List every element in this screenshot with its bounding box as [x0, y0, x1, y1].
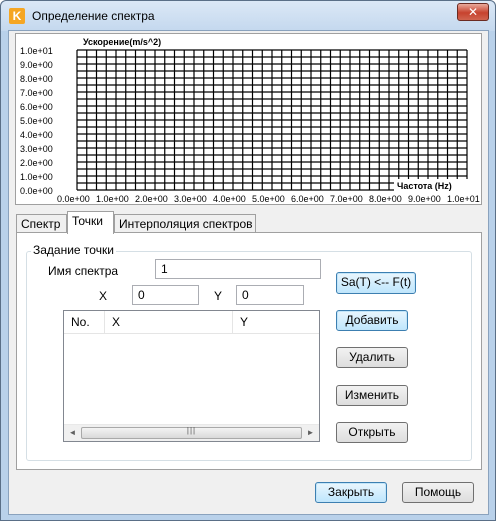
close-button[interactable]: Закрыть [315, 482, 387, 503]
group-label: Задание точки [31, 243, 116, 257]
edit-button[interactable]: Изменить [336, 385, 408, 406]
window-title: Определение спектра [32, 9, 155, 23]
y-tick-label: 9.0e+00 [20, 60, 53, 70]
spectrum-chart: 0.0e+00 1.0e+00 2.0e+00 3.0e+00 4.0e+00 5.0e+… [15, 33, 482, 205]
title-bar[interactable]: K Определение спектра ✕ [1, 1, 495, 31]
scroll-grip-icon: ||| [186, 426, 197, 435]
y-tick-label: 5.0e+00 [20, 116, 53, 126]
tab-interpolation[interactable]: Интерполяция спектров [114, 214, 256, 233]
x-tick-label: 6.0e+00 [291, 194, 324, 204]
x-tick-label: 9.0e+00 [408, 194, 441, 204]
y-tick-label: 4.0e+00 [20, 130, 53, 140]
x-tick-label: 4.0e+00 [213, 194, 246, 204]
y-axis-label: Ускорение(m/s^2) [83, 37, 161, 47]
scroll-right-icon[interactable]: ► [302, 425, 319, 441]
column-header-no[interactable]: No. [64, 311, 105, 334]
spectrum-name-label: Имя спектра [48, 264, 119, 278]
x-tick-label: 0.0e+00 [57, 194, 90, 204]
horizontal-scrollbar[interactable]: ◄ ||| ► [64, 424, 319, 441]
sa-from-f-button[interactable]: Sa(T) <-- F(t) [336, 272, 416, 294]
tab-spectrum[interactable]: Спектр [16, 214, 67, 233]
y-tick-label: 6.0e+00 [20, 102, 53, 112]
x-tick-label: 1.0e+00 [96, 194, 129, 204]
dialog-window: K Определение спектра ✕ 0.0e+00 1.0e+00 2.… [0, 0, 496, 521]
help-button[interactable]: Помощь [402, 482, 474, 503]
scroll-left-icon[interactable]: ◄ [64, 425, 81, 441]
x-tick-label: 3.0e+00 [174, 194, 207, 204]
points-table[interactable]: No. X Y ◄ ||| ► [63, 310, 320, 442]
y-tick-label: 1.0e+00 [20, 172, 53, 182]
x-input[interactable] [132, 285, 199, 305]
scroll-thumb[interactable]: ||| [81, 426, 302, 439]
y-tick-label: 2.0e+00 [20, 158, 53, 168]
open-button[interactable]: Открыть [336, 422, 408, 443]
app-icon: K [9, 8, 25, 24]
tab-points[interactable]: Точки [67, 211, 114, 234]
close-window-button[interactable]: ✕ [457, 3, 489, 21]
close-icon: ✕ [467, 5, 479, 19]
x-tick-label: 5.0e+00 [252, 194, 285, 204]
x-tick-label: 8.0e+00 [369, 194, 402, 204]
x-axis-label: Частота (Hz) [397, 181, 452, 191]
x-tick-label: 1.0e+01 [447, 194, 480, 204]
y-label: Y [214, 289, 223, 303]
points-tab-panel: Задание точки Имя спектра X Y No. X Y ◄ … [16, 232, 482, 470]
chart-svg: 0.0e+00 1.0e+00 2.0e+00 3.0e+00 4.0e+00 5.0e+… [20, 35, 480, 204]
x-tick-label: 2.0e+00 [135, 194, 168, 204]
add-button[interactable]: Добавить [336, 310, 408, 331]
table-header: No. X Y [64, 311, 319, 334]
y-tick-label: 3.0e+00 [20, 144, 53, 154]
x-tick-label: 7.0e+00 [330, 194, 363, 204]
y-tick-label: 1.0e+01 [20, 46, 53, 56]
spectrum-name-input[interactable] [155, 259, 321, 279]
dialog-client-area: 0.0e+00 1.0e+00 2.0e+00 3.0e+00 4.0e+00 5.0e+… [8, 30, 489, 515]
y-tick-label: 0.0e+00 [20, 186, 53, 196]
y-tick-label: 7.0e+00 [20, 88, 53, 98]
y-tick-label: 8.0e+00 [20, 74, 53, 84]
column-header-x[interactable]: X [105, 311, 233, 334]
column-header-y[interactable]: Y [233, 311, 319, 334]
y-input[interactable] [236, 285, 304, 305]
delete-button[interactable]: Удалить [336, 347, 408, 368]
x-label: X [99, 289, 108, 303]
